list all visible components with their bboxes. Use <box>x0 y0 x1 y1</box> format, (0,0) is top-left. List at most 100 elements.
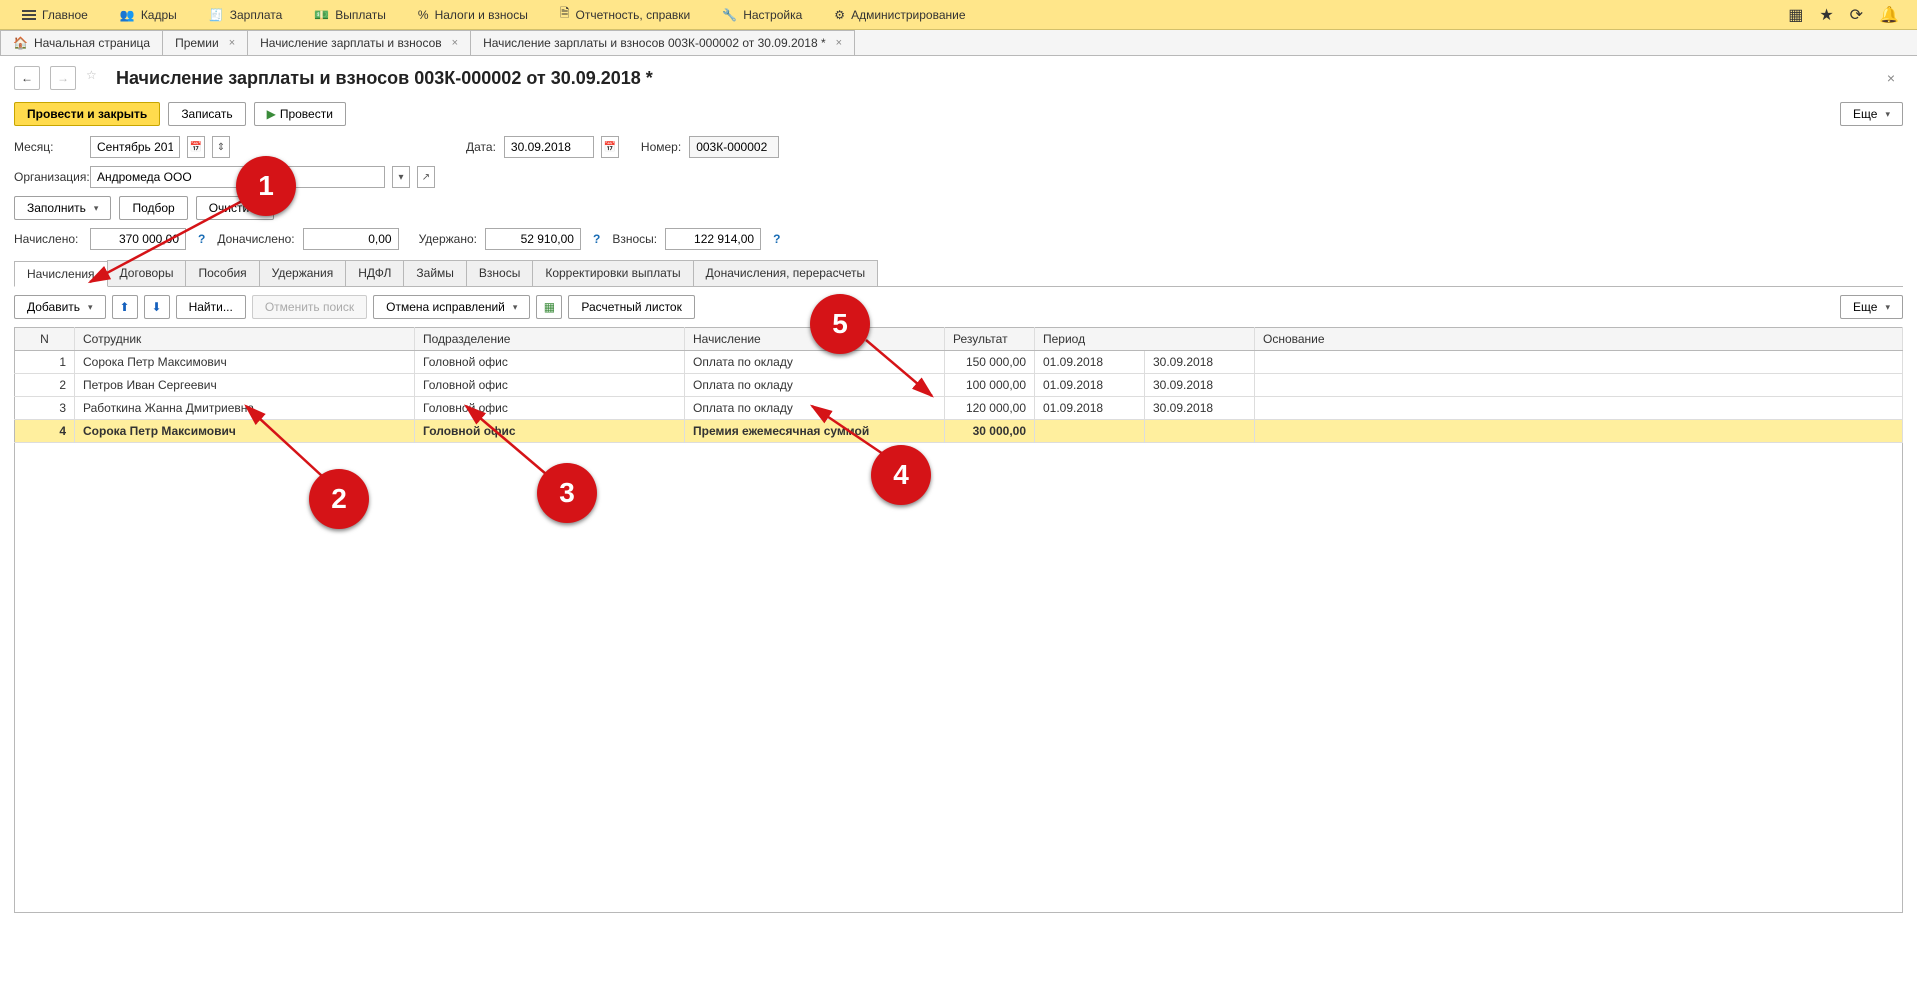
cell-base <box>1255 397 1903 420</box>
tab-deductions[interactable]: Удержания <box>259 260 347 286</box>
bell-icon[interactable]: 🔔 <box>1879 5 1899 25</box>
select-button[interactable]: Подбор <box>119 196 187 220</box>
move-down-button[interactable]: ⬇ <box>144 295 170 319</box>
tab-contribs[interactable]: Взносы <box>466 260 533 286</box>
col-dep-header[interactable]: Подразделение <box>415 328 685 351</box>
help-icon[interactable]: ? <box>194 232 209 246</box>
nav-back-button[interactable]: ← <box>14 66 40 90</box>
menu-item-hr[interactable]: 👥 Кадры <box>104 0 193 29</box>
add-row-button[interactable]: Добавить ▾ <box>14 295 106 319</box>
more-label: Еще <box>1853 300 1877 314</box>
tab-home[interactable]: 🏠 Начальная страница <box>0 30 163 55</box>
table-row[interactable]: 3Работкина Жанна ДмитриевнаГоловной офис… <box>15 397 1903 420</box>
calendar-icon[interactable]: 📅 <box>601 136 619 158</box>
tab-pay-corr[interactable]: Корректировки выплаты <box>532 260 693 286</box>
grid-settings-button[interactable]: ▦ <box>536 295 562 319</box>
menu-item-main[interactable]: Главное <box>6 0 104 29</box>
cell-dep: Головной офис <box>415 351 685 374</box>
menu-label: Главное <box>42 8 88 22</box>
col-n-header[interactable]: N <box>15 328 75 351</box>
close-icon[interactable]: × <box>448 37 458 49</box>
chevron-down-icon: ▾ <box>1881 109 1890 120</box>
help-icon[interactable]: ? <box>769 232 784 246</box>
col-per-header[interactable]: Период <box>1035 328 1255 351</box>
close-icon[interactable]: × <box>832 37 842 49</box>
tab-benefits[interactable]: Пособия <box>185 260 259 286</box>
favorite-star-icon[interactable]: ☆ <box>86 68 106 88</box>
grid-more-button[interactable]: Еще ▾ <box>1840 295 1903 319</box>
open-icon[interactable]: ↗ <box>417 166 435 188</box>
tab-recalc[interactable]: Доначисления, перерасчеты <box>693 260 878 286</box>
tab-payroll-list[interactable]: Начисление зарплаты и взносов × <box>248 30 471 55</box>
nav-forward-button[interactable]: → <box>50 66 76 90</box>
number-label: Номер: <box>641 140 681 154</box>
tab-bonuses[interactable]: Премии × <box>163 30 248 55</box>
help-icon[interactable]: ? <box>589 232 604 246</box>
col-res-header[interactable]: Результат <box>945 328 1035 351</box>
tab-payroll-doc[interactable]: Начисление зарплаты и взносов 003К-00000… <box>471 30 855 55</box>
save-button[interactable]: Записать <box>168 102 245 126</box>
inner-tabs: Начисления Договоры Пособия Удержания НД… <box>14 260 1903 287</box>
cell-per2: 30.09.2018 <box>1145 397 1255 420</box>
table-row[interactable]: 4Сорока Петр МаксимовичГоловной офисПрем… <box>15 420 1903 443</box>
close-page-button[interactable]: × <box>1887 70 1903 86</box>
number-field <box>689 136 779 158</box>
cancel-fix-button[interactable]: Отмена исправлений ▾ <box>373 295 530 319</box>
find-button[interactable]: Найти... <box>176 295 246 319</box>
tab-label: Премии <box>175 36 219 50</box>
menu-item-taxes[interactable]: % Налоги и взносы <box>402 0 544 29</box>
fill-button[interactable]: Заполнить ▾ <box>14 196 111 220</box>
col-emp-header[interactable]: Сотрудник <box>75 328 415 351</box>
tab-ndfl[interactable]: НДФЛ <box>345 260 404 286</box>
menu-item-admin[interactable]: ⚙ Администрирование <box>818 0 981 29</box>
menu-item-reports[interactable]: 🗎 Отчетность, справки <box>544 0 706 29</box>
cell-acc: Оплата по окладу <box>685 374 945 397</box>
tab-loans[interactable]: Займы <box>403 260 467 286</box>
move-up-button[interactable]: ⬆ <box>112 295 138 319</box>
table-row[interactable]: 2Петров Иван СергеевичГоловной офисОплат… <box>15 374 1903 397</box>
cell-emp: Работкина Жанна Дмитриевна <box>75 397 415 420</box>
form-row-org: Организация: ▾ ↗ <box>14 162 1903 192</box>
spinner-icon[interactable]: ⇕ <box>212 136 230 158</box>
table-row[interactable]: 1Сорока Петр МаксимовичГоловной офисОпла… <box>15 351 1903 374</box>
org-label: Организация: <box>14 170 82 184</box>
post-button[interactable]: ▶ Провести <box>254 102 346 126</box>
col-base-header[interactable]: Основание <box>1255 328 1903 351</box>
calendar-icon[interactable]: 📅 <box>187 136 205 158</box>
chevron-down-icon: ▾ <box>509 302 518 313</box>
tab-contracts[interactable]: Договоры <box>107 260 187 286</box>
apps-icon[interactable]: ▦ <box>1788 5 1803 25</box>
menu-label: Отчетность, справки <box>576 8 691 22</box>
post-and-close-button[interactable]: Провести и закрыть <box>14 102 160 126</box>
page-title: Начисление зарплаты и взносов 003К-00000… <box>116 68 653 89</box>
dropdown-icon[interactable]: ▾ <box>392 166 410 188</box>
cell-acc: Премия ежемесячная суммой <box>685 420 945 443</box>
cancel-fix-label: Отмена исправлений <box>386 300 505 314</box>
annotation-4: 4 <box>871 445 931 505</box>
chevron-down-icon: ▾ <box>90 203 99 214</box>
menu-label: Налоги и взносы <box>435 8 528 22</box>
close-icon[interactable]: × <box>225 37 235 49</box>
contrib-value <box>665 228 761 250</box>
post-label: Провести <box>280 107 333 121</box>
menu-item-settings[interactable]: 🔧 Настройка <box>706 0 818 29</box>
menu-item-salary[interactable]: 🧾 Зарплата <box>193 0 299 29</box>
cell-n: 2 <box>15 374 75 397</box>
history-icon[interactable]: ⟳ <box>1850 5 1863 25</box>
percent-icon: % <box>418 8 429 22</box>
cell-per1: 01.09.2018 <box>1035 351 1145 374</box>
annotation-1: 1 <box>236 156 296 216</box>
doc-icon: 🗎 <box>560 4 570 25</box>
title-bar: ← → ☆ Начисление зарплаты и взносов 003К… <box>0 56 1917 96</box>
tab-accruals[interactable]: Начисления <box>14 261 108 287</box>
payslip-button[interactable]: Расчетный листок <box>568 295 694 319</box>
cell-base <box>1255 374 1903 397</box>
month-label: Месяц: <box>14 140 82 154</box>
menu-item-payments[interactable]: 💵 Выплаты <box>298 0 402 29</box>
withheld-value <box>485 228 581 250</box>
star-icon[interactable]: ★ <box>1819 5 1833 25</box>
date-label: Дата: <box>466 140 496 154</box>
date-field[interactable] <box>504 136 594 158</box>
more-button[interactable]: Еще ▾ <box>1840 102 1903 126</box>
month-field[interactable] <box>90 136 180 158</box>
